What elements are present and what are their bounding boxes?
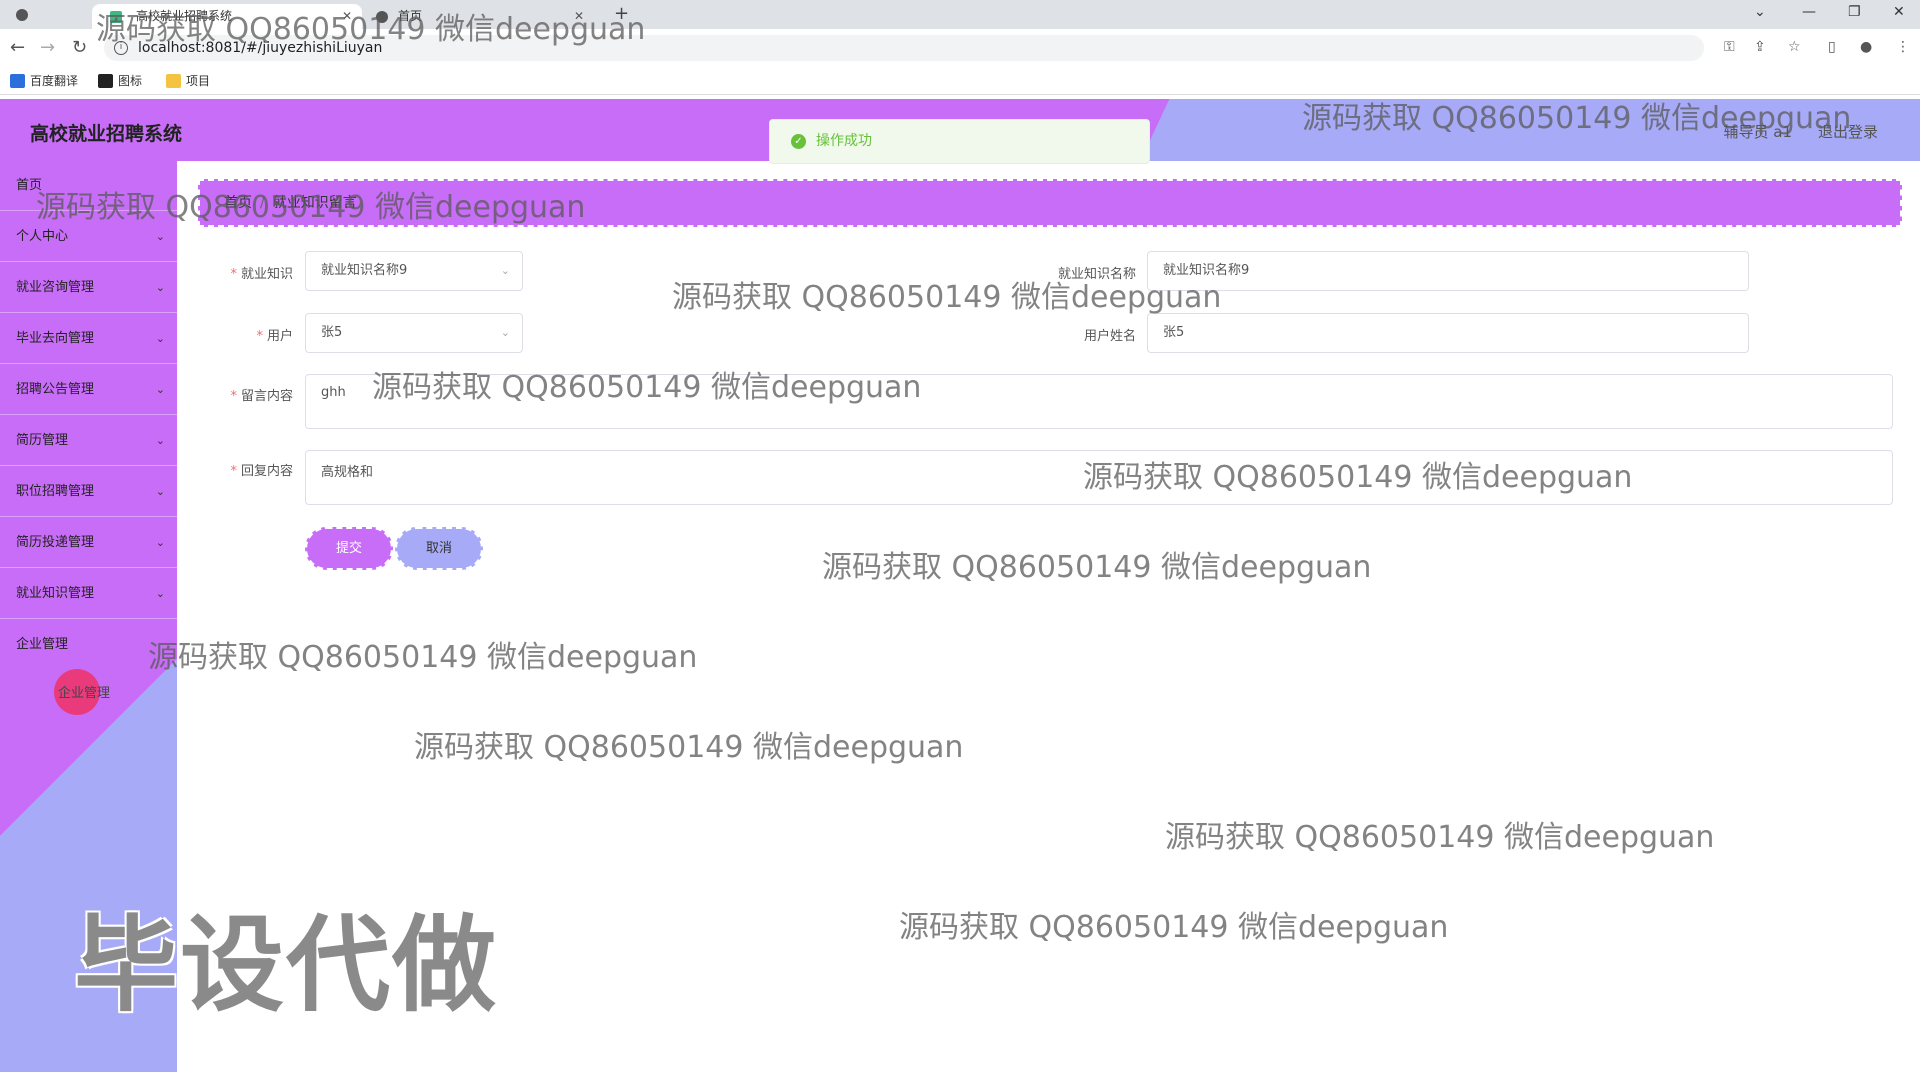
sidebar-item-label: 招聘公告管理	[16, 382, 95, 397]
sidebar-item-jobs[interactable]: 职位招聘管理 ⌄	[0, 467, 177, 517]
watermark-text: 源码获取 QQ86050149 微信deepguan	[899, 910, 1449, 945]
user-name-label: 用户姓名	[1083, 329, 1136, 344]
watermark-text: 源码获取 QQ86050149 微信deepguan	[822, 550, 1372, 585]
close-window-button[interactable]: ✕	[1893, 4, 1905, 20]
watermark-text: 源码获取 QQ86050149 微信deepguan	[414, 730, 964, 765]
chevron-down-icon: ⌄	[500, 264, 510, 277]
check-circle-icon: ✓	[791, 134, 806, 149]
bookmark-tubiao[interactable]: 图标	[98, 73, 142, 89]
message-value: ghh	[321, 385, 346, 400]
reload-button[interactable]: ↻	[72, 37, 87, 58]
chevron-down-icon: ⌄	[155, 332, 165, 345]
bookmark-label: 百度翻译	[30, 74, 79, 88]
watermark-text: 源码获取 QQ86050149 微信deepguan	[1302, 101, 1852, 136]
sidebar-subitem-company[interactable]: 企业管理	[58, 682, 110, 701]
sidebar-item-knowledge[interactable]: 就业知识管理 ⌄	[0, 569, 177, 619]
sidebar-item-label: 企业管理	[16, 637, 69, 652]
restore-button[interactable]: ❐	[1848, 4, 1861, 20]
bookmark-baidu-fanyi[interactable]: 百度翻译	[10, 73, 78, 89]
sidebar-item-delivery[interactable]: 简历投递管理 ⌄	[0, 518, 177, 568]
sidebar-item-label: 个人中心	[16, 229, 69, 244]
message-label: * 留言内容	[230, 389, 293, 404]
menu-icon[interactable]: ⋮	[1896, 39, 1910, 55]
bookmarks-bar: 百度翻译 图标 项目	[0, 67, 1920, 95]
star-icon[interactable]: ☆	[1788, 39, 1801, 55]
share-icon[interactable]: ⇪	[1754, 39, 1766, 55]
user-select[interactable]: 张5 ⌄	[305, 313, 523, 353]
sidebar-item-label: 毕业去向管理	[16, 331, 95, 346]
knowledge-label: * 就业知识	[230, 267, 293, 282]
bookmark-xiangmu[interactable]: 项目	[166, 73, 210, 89]
sidebar-item-announcement[interactable]: 招聘公告管理 ⌄	[0, 365, 177, 415]
watermark-text: 源码获取 QQ86050149 微信deepguan	[1083, 460, 1633, 495]
sidebar-item-destination[interactable]: 毕业去向管理 ⌄	[0, 314, 177, 364]
profile-icon[interactable]: ●	[1860, 39, 1872, 55]
sidebar-item-label: 职位招聘管理	[16, 484, 95, 499]
cancel-button[interactable]: 取消	[395, 527, 483, 570]
reply-label: * 回复内容	[230, 464, 293, 479]
chevron-down-icon: ⌄	[155, 281, 165, 294]
knowledge-select[interactable]: 就业知识名称9 ⌄	[305, 251, 523, 291]
sidepanel-icon[interactable]: ▯	[1828, 39, 1836, 55]
translate-icon	[10, 74, 25, 88]
watermark-text: 源码获取 QQ86050149 微信deepguan	[96, 12, 646, 47]
knowledge-name-field[interactable]: 就业知识名称9	[1147, 251, 1749, 291]
chevron-down-icon: ⌄	[155, 434, 165, 447]
toast-message: 操作成功	[816, 133, 872, 149]
forward-button[interactable]: →	[40, 37, 55, 58]
bookmark-label: 项目	[186, 74, 211, 88]
user-name-field[interactable]: 张5	[1147, 313, 1749, 353]
success-toast: ✓ 操作成功	[769, 119, 1150, 164]
sidebar-item-consult[interactable]: 就业咨询管理 ⌄	[0, 263, 177, 313]
watermark-big-text: 毕设代做	[74, 904, 499, 1026]
user-label: * 用户	[256, 329, 293, 344]
image-icon	[98, 74, 113, 88]
folder-icon	[166, 74, 181, 88]
sidebar-item-label: 就业知识管理	[16, 586, 95, 601]
key-icon[interactable]: ⚿	[1724, 39, 1735, 55]
watermark-text: 源码获取 QQ86050149 微信deepguan	[1165, 820, 1715, 855]
back-button[interactable]: ←	[10, 37, 25, 58]
sidebar-item-label: 就业咨询管理	[16, 280, 95, 295]
chevron-down-icon: ⌄	[155, 587, 165, 600]
knowledge-select-value: 就业知识名称9	[321, 263, 408, 278]
sidebar-item-label: 简历管理	[16, 433, 69, 448]
chevron-down-icon: ⌄	[155, 383, 165, 396]
chevron-down-icon: ⌄	[155, 536, 165, 549]
sidebar-item-resume[interactable]: 简历管理 ⌄	[0, 416, 177, 466]
watermark-text: 源码获取 QQ86050149 微信deepguan	[372, 370, 922, 405]
watermark-text: 源码获取 QQ86050149 微信deepguan	[148, 640, 698, 675]
chevron-down-icon: ⌄	[155, 485, 165, 498]
user-select-value: 张5	[321, 325, 343, 340]
browser-tab-blank[interactable]	[44, 4, 90, 29]
submit-button[interactable]: 提交	[305, 527, 393, 570]
user-name-value: 张5	[1163, 325, 1185, 340]
watermark-text: 源码获取 QQ86050149 微信deepguan	[36, 190, 586, 225]
chevron-down-icon[interactable]: ⌄	[1754, 4, 1766, 20]
chevron-down-icon: ⌄	[500, 326, 510, 339]
app-title: 高校就业招聘系统	[30, 123, 183, 145]
sidebar-item-label: 简历投递管理	[16, 535, 95, 550]
reply-value: 高规格和	[321, 465, 374, 480]
bookmark-label: 图标	[118, 74, 143, 88]
globe-icon	[16, 9, 28, 21]
minimize-button[interactable]: —	[1802, 4, 1816, 20]
watermark-text: 源码获取 QQ86050149 微信deepguan	[672, 280, 1222, 315]
